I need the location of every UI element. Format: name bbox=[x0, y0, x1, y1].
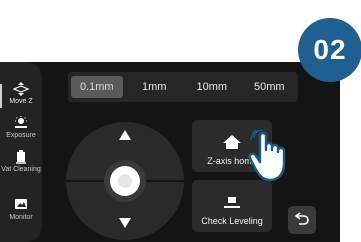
exposure-icon bbox=[13, 116, 29, 132]
back-arrow-icon bbox=[294, 211, 310, 230]
z-axis-joystick bbox=[66, 122, 184, 240]
step-badge: 02 bbox=[298, 18, 361, 82]
step-option-0-1mm[interactable]: 0.1mm bbox=[71, 76, 123, 98]
monitor-icon bbox=[13, 198, 29, 214]
sidebar-item-label: Vat Cleaning bbox=[1, 166, 41, 173]
step-option-50mm[interactable]: 50mm bbox=[244, 76, 296, 98]
sidebar-item-move-z[interactable]: Move Z bbox=[0, 82, 42, 108]
sidebar-item-vat-cleaning[interactable]: Vat Cleaning bbox=[0, 150, 42, 174]
step-size-selector: 0.1mm 1mm 10mm 50mm bbox=[68, 72, 298, 102]
sidebar-item-label: Move Z bbox=[9, 98, 33, 105]
check-leveling-label: Check Leveling bbox=[201, 216, 263, 226]
check-leveling-button[interactable]: Check Leveling bbox=[192, 180, 272, 232]
vat-cleaning-icon bbox=[13, 150, 29, 166]
sidebar-item-exposure[interactable]: Exposure bbox=[0, 116, 42, 140]
triangle-up-icon[interactable] bbox=[118, 128, 132, 140]
back-button[interactable] bbox=[288, 206, 316, 234]
sidebar-item-monitor[interactable]: Monitor bbox=[0, 198, 42, 222]
triangle-down-icon[interactable] bbox=[118, 216, 132, 228]
tapping-hand-icon bbox=[248, 127, 294, 186]
step-option-10mm[interactable]: 10mm bbox=[186, 76, 238, 98]
step-option-1mm[interactable]: 1mm bbox=[129, 76, 181, 98]
sidebar: Move Z Exposure Vat Cleaning Monitor bbox=[0, 62, 42, 242]
sidebar-item-label: Exposure bbox=[6, 132, 36, 139]
move-z-icon bbox=[13, 82, 29, 98]
home-icon bbox=[222, 134, 242, 156]
sidebar-item-label: Monitor bbox=[9, 214, 33, 221]
center-dot-icon[interactable] bbox=[110, 166, 140, 196]
leveling-icon bbox=[222, 196, 242, 216]
stage: 02 Move Z Exposure Vat Cleaning Monitor … bbox=[0, 0, 361, 242]
